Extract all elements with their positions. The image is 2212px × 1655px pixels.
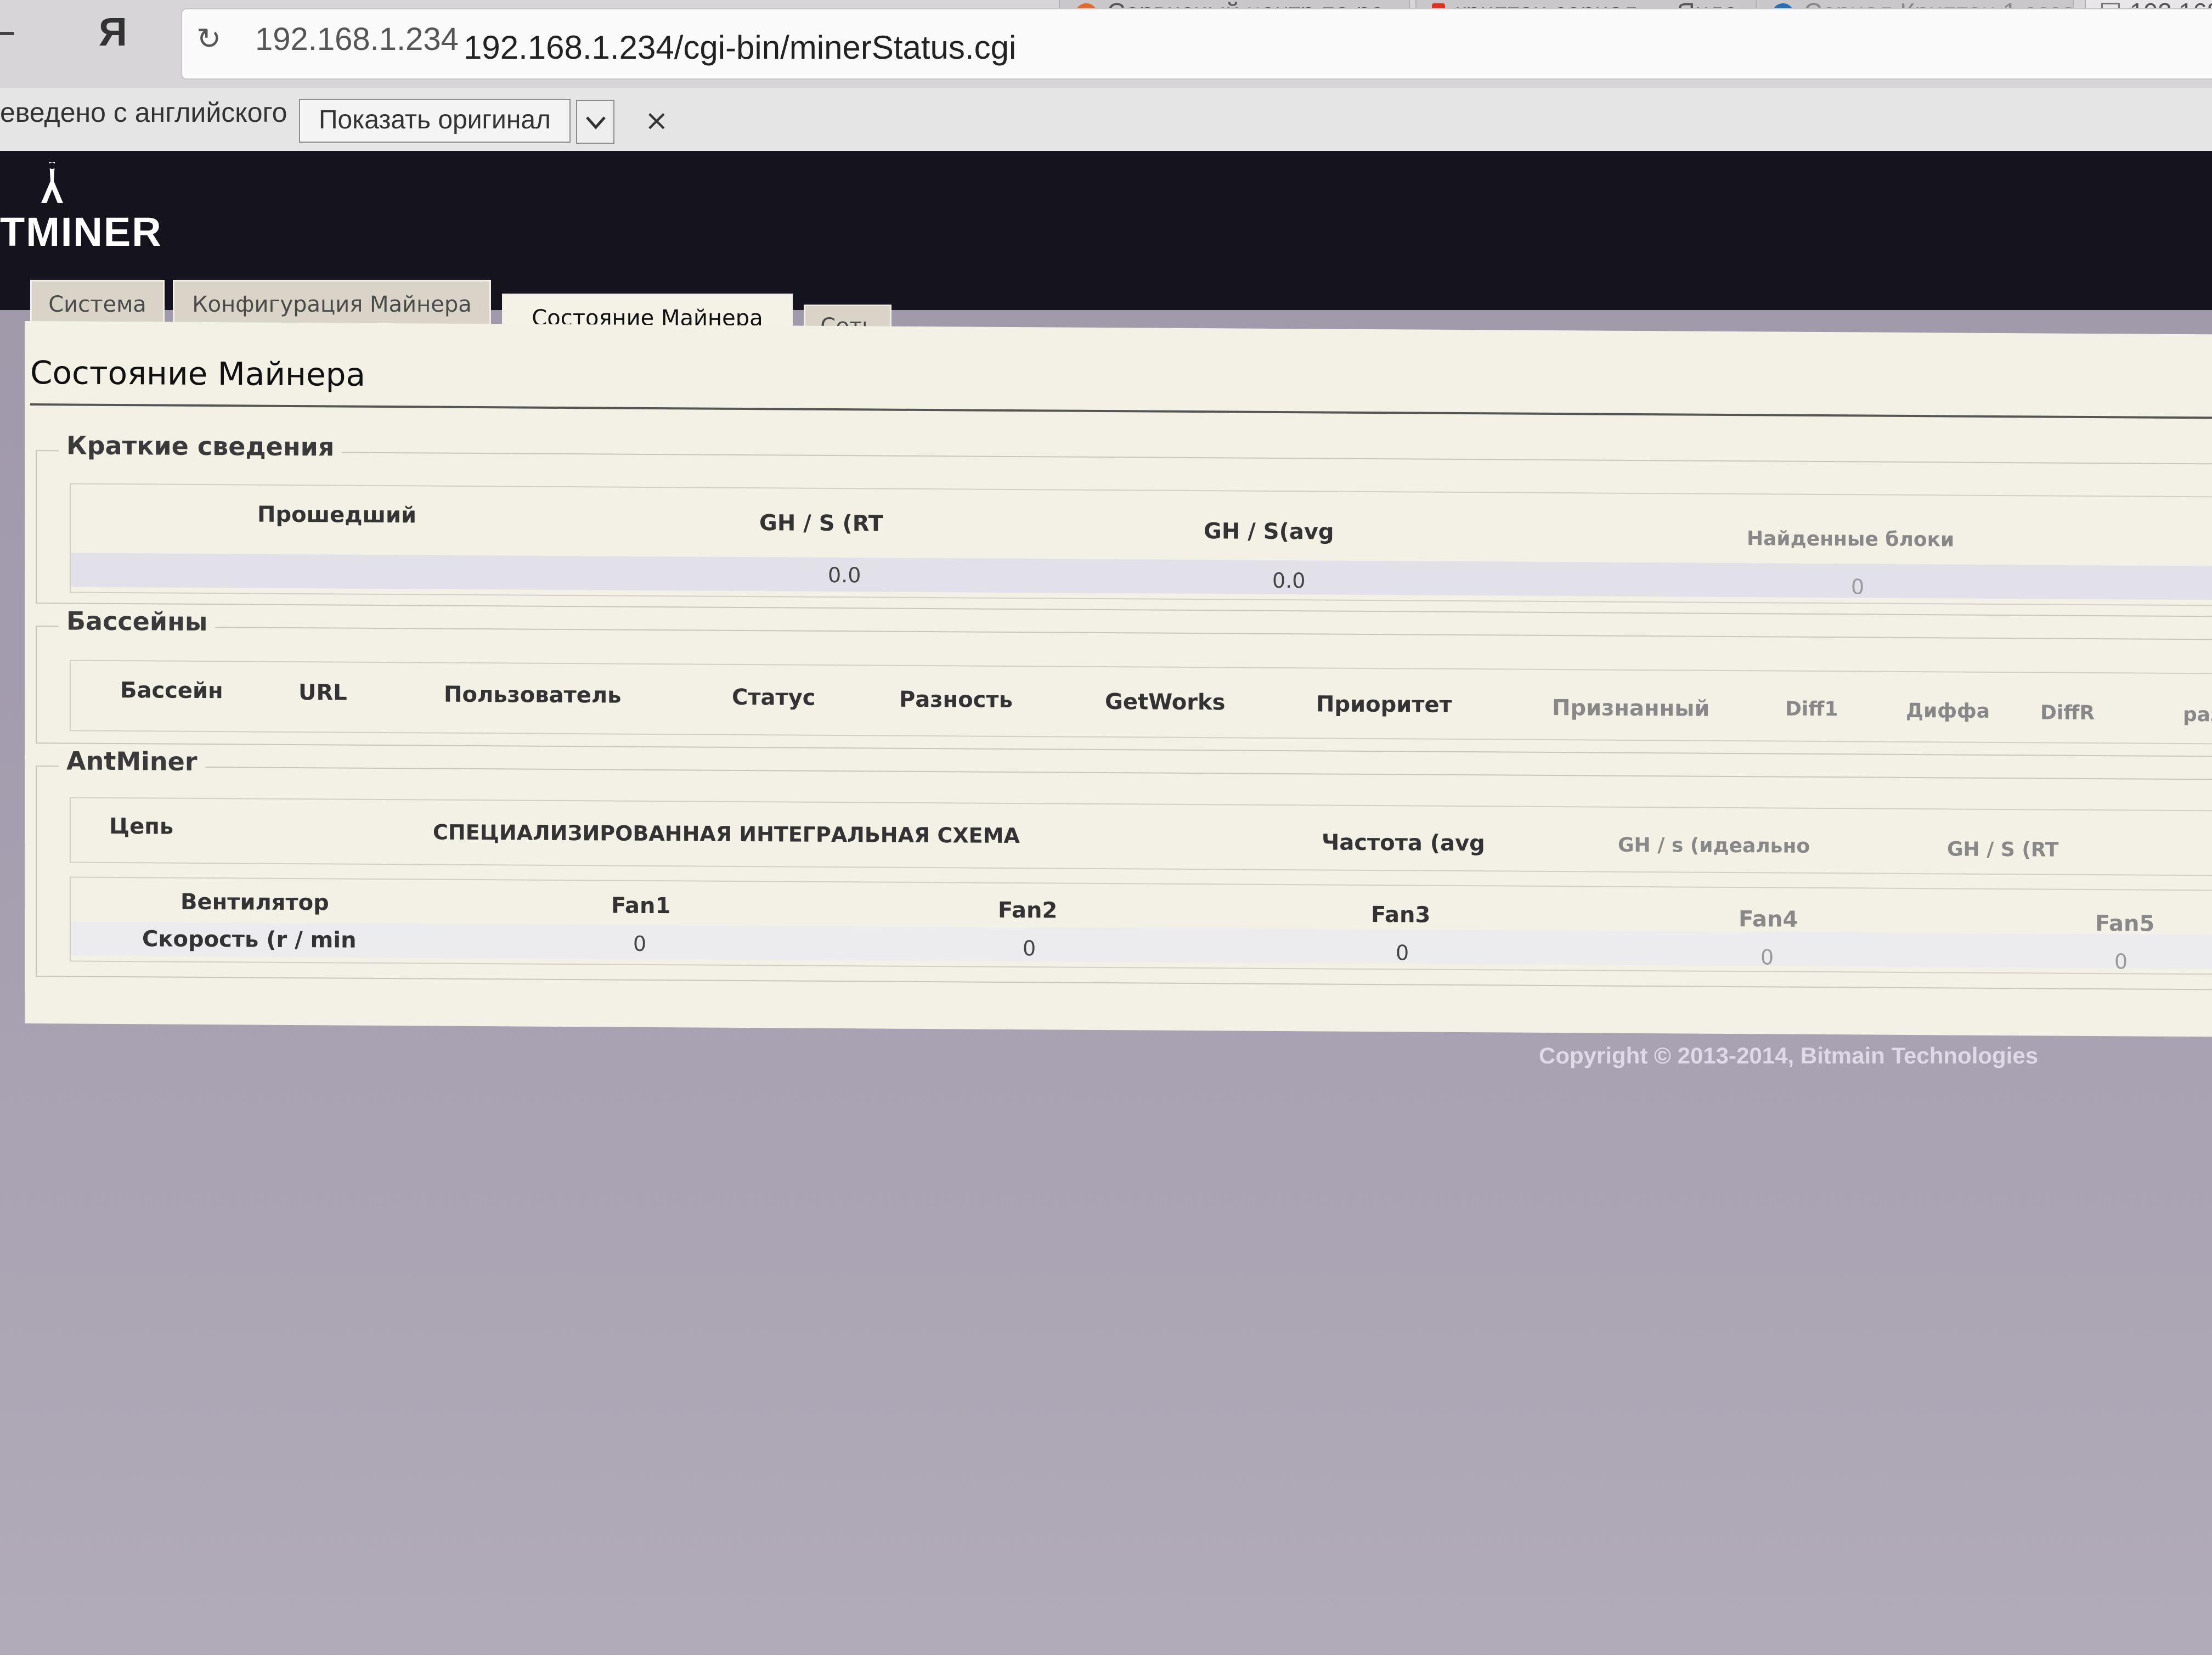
summary-header-elapsed: Прошедший xyxy=(257,502,417,528)
fan5-speed: 0 xyxy=(2114,949,2128,974)
copyright-text: Copyright © 2013-2014, Bitmain Technolog… xyxy=(1539,1043,2039,1068)
summary-value-blocks: 0 xyxy=(1851,575,1865,599)
fan5-header: Fan5 xyxy=(2095,911,2155,937)
address-host[interactable]: 192.168.1.234 xyxy=(255,21,459,58)
antminer-section: AntMiner Цепь СПЕЦИАЛИЗИРОВАННАЯ ИНТЕГРА… xyxy=(36,746,2212,990)
translated-from-label: еведено с английского xyxy=(0,97,287,128)
summary-value-ghs-rt: 0.0 xyxy=(828,562,861,588)
title-divider xyxy=(30,403,2212,419)
fan3-speed: 0 xyxy=(1396,941,1409,965)
chain-table: Цепь СПЕЦИАЛИЗИРОВАННАЯ ИНТЕГРАЛЬНАЯ СХЕ… xyxy=(70,797,2212,876)
close-translate-button[interactable]: × xyxy=(645,104,669,137)
browser-logo[interactable]: Я xyxy=(99,10,127,55)
address-url[interactable]: 192.168.1.234/cgi-bin/minerStatus.cgi xyxy=(464,29,1016,66)
pools-table: Бассейн URL Пользователь Статус Разность… xyxy=(70,660,2212,745)
chain-header-frequency: Частота (avg xyxy=(1322,830,1485,857)
fan-speed-row xyxy=(71,921,2212,969)
logo-text: TMINER xyxy=(0,209,162,255)
pools-legend: Бассейны xyxy=(59,606,216,637)
antminer-legend: AntMiner xyxy=(59,746,205,777)
chain-header-ghs-ideal: GH / s (идеально xyxy=(1618,834,1810,858)
minimize-icon[interactable] xyxy=(0,32,14,35)
chain-header-asic: СПЕЦИАЛИЗИРОВАННАЯ ИНТЕГРАЛЬНАЯ СХЕМА xyxy=(433,820,1020,848)
fan-speed-label: Скорость (r / min xyxy=(142,926,357,953)
pools-header-pool: Бассейн xyxy=(120,678,223,704)
fan4-speed: 0 xyxy=(1760,945,1774,970)
fan1-speed: 0 xyxy=(633,931,647,956)
summary-value-ghs-avg: 0.0 xyxy=(1272,568,1306,593)
reload-icon[interactable]: ↻ xyxy=(196,24,225,54)
pools-header-status: Статус xyxy=(732,684,816,711)
pools-section: Бассейны Бассейн URL Пользователь Статус… xyxy=(36,606,2212,757)
fan1-header: Fan1 xyxy=(611,893,671,919)
fan2-header: Fan2 xyxy=(998,897,1058,924)
antminer-logo-icon xyxy=(41,162,63,203)
fan3-header: Fan3 xyxy=(1371,902,1431,928)
pools-header-difficulty: Разность xyxy=(899,686,1013,713)
summary-header-blocks: Найденные блоки xyxy=(1747,527,1955,551)
pools-header-user: Пользователь xyxy=(444,682,622,708)
fan4-header: Fan4 xyxy=(1739,907,1798,932)
pools-header-priority: Приоритет xyxy=(1316,691,1452,718)
fan-header-label: Вентилятор xyxy=(180,889,329,916)
chevron-down-icon xyxy=(586,116,606,130)
summary-header-ghs-rt: GH / S (RT xyxy=(759,510,884,537)
fan2-speed: 0 xyxy=(1023,936,1036,961)
show-original-button[interactable]: Показать оригинал xyxy=(299,99,571,143)
pools-header-diffa: Диффа xyxy=(1906,699,1990,723)
chain-header-chain: Цепь xyxy=(109,813,174,840)
status-panel: Состояние Майнера Краткие сведения Проше… xyxy=(25,321,2212,1037)
pools-header-diffr: DiffR xyxy=(2040,701,2095,725)
pools-header-getworks: GetWorks xyxy=(1105,689,1226,716)
summary-legend: Краткие сведения xyxy=(59,430,342,462)
summary-table: Прошедший GH / S (RT GH / S(avg Найденны… xyxy=(70,483,2212,606)
summary-data-row xyxy=(71,553,2212,600)
pools-header-accepted: Признанный xyxy=(1552,695,1710,722)
pools-header-url: URL xyxy=(298,680,347,706)
fan-table: Вентилятор Скорость (r / min Fan1 0 Fan2… xyxy=(70,876,2212,975)
summary-header-ghs-avg: GH / S(avg xyxy=(1204,519,1334,545)
pools-header-diff1: Diff1 xyxy=(1785,697,1838,721)
chain-header-ghs-rt: GH / S (RT xyxy=(1947,838,2059,862)
pools-header-more: раз xyxy=(2183,703,2212,727)
translate-options-button[interactable] xyxy=(576,100,614,144)
page-title: Состояние Майнера xyxy=(30,354,366,393)
summary-section: Краткие сведения Прошедший GH / S (RT GH… xyxy=(36,430,2212,617)
